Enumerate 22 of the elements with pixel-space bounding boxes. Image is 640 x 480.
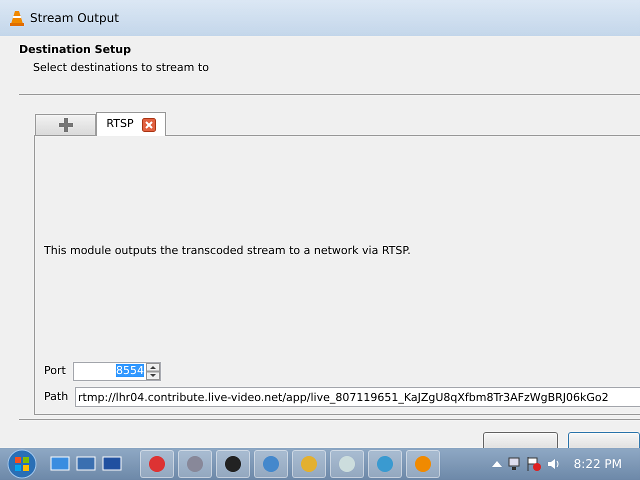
spin-arrows-icon[interactable] <box>146 363 160 380</box>
window-title: Stream Output <box>30 10 119 27</box>
dialog-button[interactable] <box>568 432 640 448</box>
module-description: This module outputs the transcoded stream to a network via RTSP. <box>44 243 412 259</box>
path-label: Path <box>44 388 66 405</box>
path-field[interactable]: rtmp://lhr04.contribute.live-video.net/app/live_807119651_KaJZgU8qXfbm8Tr3AFzWgBRJ06kGo2 <box>75 387 640 407</box>
taskbar-app-icon[interactable] <box>216 450 250 478</box>
traffic-cone-icon <box>10 10 24 26</box>
close-icon[interactable] <box>142 118 156 132</box>
tab[interactable]: RTSP <box>96 112 166 136</box>
port-label: Port <box>44 363 64 380</box>
dialog-button[interactable] <box>483 432 558 448</box>
network-icon[interactable] <box>506 456 522 472</box>
add-tab[interactable] <box>35 114 96 135</box>
flag-icon[interactable] <box>526 456 542 472</box>
window-icon[interactable] <box>76 455 96 473</box>
tray-arrow-icon[interactable] <box>492 460 502 468</box>
window-icon[interactable] <box>50 455 70 473</box>
section-subtitle: Select destinations to stream to <box>32 60 210 76</box>
section-title: Destination Setup <box>19 42 132 58</box>
plus-icon <box>58 118 72 132</box>
window-icon[interactable] <box>102 455 122 473</box>
